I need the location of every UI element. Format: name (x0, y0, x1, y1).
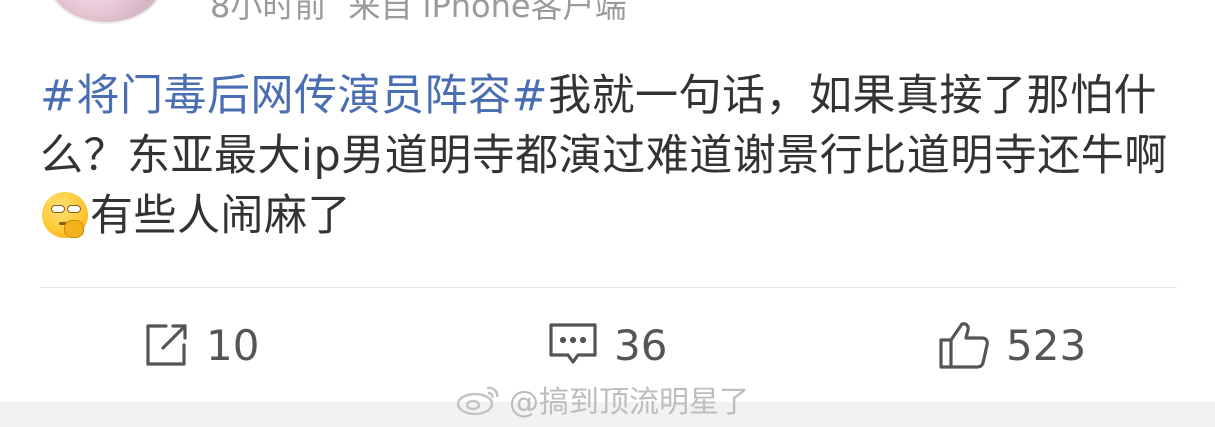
weibo-watermark: @搞到顶流明星了 (455, 378, 749, 420)
comment-button[interactable]: 36 (548, 310, 667, 380)
weibo-logo-icon (456, 386, 499, 416)
divider (40, 287, 1177, 288)
topic-link[interactable]: #将门毒后网传演员阵容# (40, 71, 548, 121)
like-button[interactable]: 523 (938, 310, 1086, 380)
avatar[interactable] (48, 0, 164, 24)
post-text: #将门毒后网传演员阵容#我就一句话，如果真接了那怕什么？东亚最大ip男道明寺都演… (40, 66, 1180, 246)
watermark-text: @搞到顶流明星了 (509, 385, 749, 420)
post-source: 来自 iPhone客户端 (348, 0, 627, 25)
post-body-text-end: 有些人闹麻了 (90, 191, 351, 241)
repost-icon (146, 324, 187, 366)
comment-icon (549, 323, 597, 364)
post-meta: 8小时前 来自 iPhone客户端 (210, 0, 627, 26)
thinking-face-emoji-icon (42, 192, 88, 238)
action-bar: 10 36 523 (0, 310, 1215, 380)
comment-count: 36 (614, 320, 668, 370)
like-count: 523 (1006, 320, 1087, 370)
post-time: 8小时前 (210, 0, 327, 25)
repost-count: 10 (206, 320, 260, 370)
thumbs-up-icon (939, 322, 989, 369)
repost-button[interactable]: 10 (142, 310, 259, 380)
